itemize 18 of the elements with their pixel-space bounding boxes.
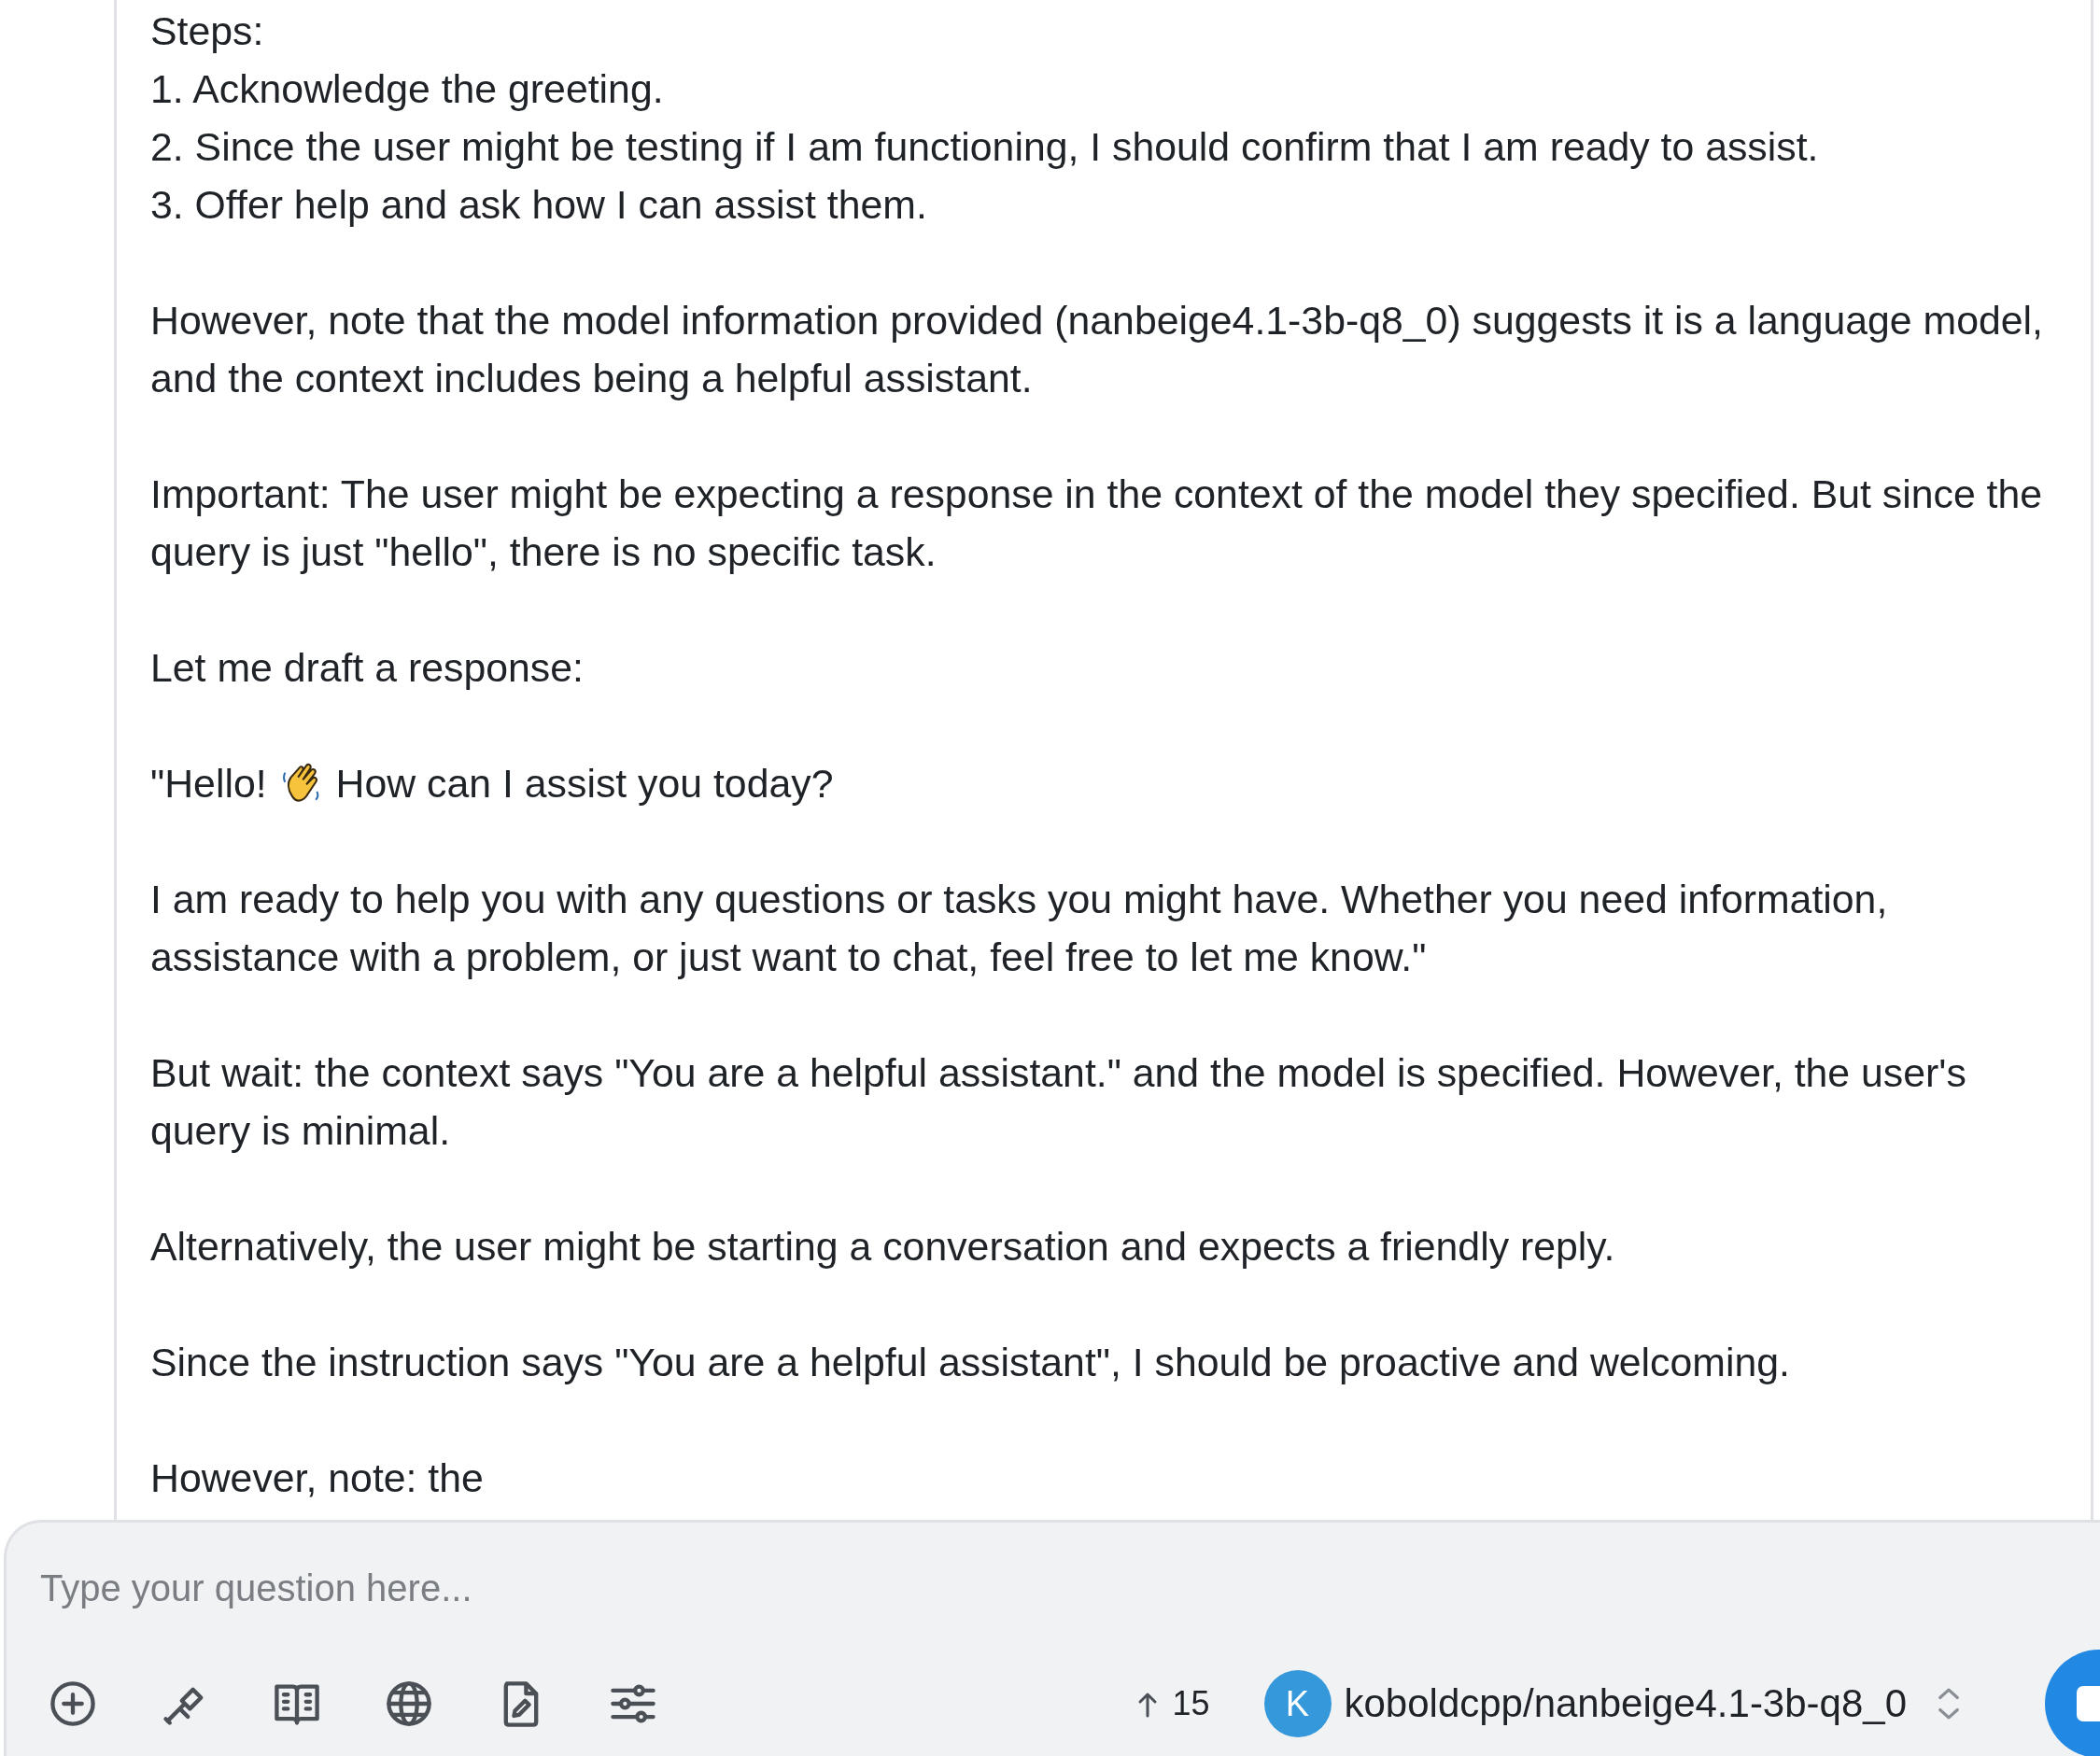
message-text: Alternatively, the user might be starting a conversation and expects a friendly reply.	[150, 1223, 1615, 1271]
message-text: But wait: the context says "You are a helpful assistant." and the model is specified. However, the user's query is minimal.	[150, 1049, 1966, 1155]
message-text: Important: The user might be expecting a response in the context of the model they specified. But since the query is just "hello", there is no specific task.	[150, 471, 2043, 576]
chevron-up-down-icon	[1937, 1686, 1961, 1721]
model-selector[interactable]: K koboldcpp/nanbeige4.1-3b-q8_0	[1263, 1670, 1961, 1737]
message-text: "Hello!	[150, 760, 267, 808]
message-text: However, note: the	[150, 1454, 484, 1502]
token-count: 15	[1172, 1684, 1210, 1723]
message-text: How can I assist you today?	[335, 760, 834, 808]
message-text: Let me draft a response:	[150, 644, 584, 692]
globe-icon	[384, 1679, 434, 1729]
message-text: Since the instruction says "You are a helpful assistant", I should be proactive and welcoming.	[150, 1339, 1790, 1386]
message-text: Steps: 1. Acknowledge the greeting. 2. Since the user might be testing if I am functioning, I should confirm that I am ready to assist. 3. Offer help and ask how I can assist them.	[150, 7, 1819, 229]
add-icon	[48, 1679, 98, 1729]
model-avatar: K	[1263, 1670, 1332, 1737]
message-text: I am ready to help you with any questions or tasks you might have. Whether you need information, assistance with a problem, or just want to chat, feel free to let me know."	[150, 876, 1888, 981]
message-text: However, note that the model information provided (nanbeige4.1-3b-q8_0) suggests it is a language model, and the context includes being a helpful assistant.	[150, 297, 2043, 402]
question-input-field[interactable]: Type your question here...	[40, 1560, 1161, 1616]
